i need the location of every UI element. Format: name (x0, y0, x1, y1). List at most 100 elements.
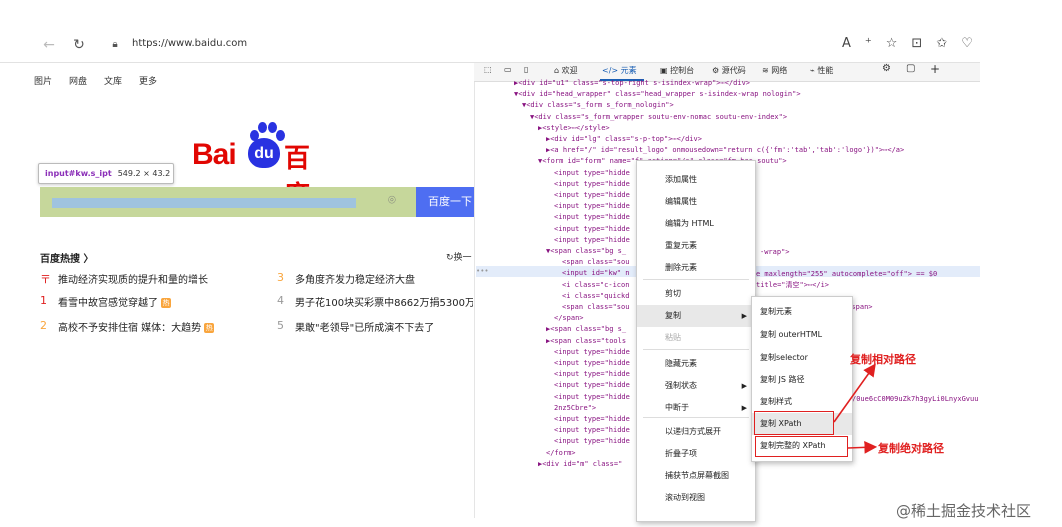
dom-node-line[interactable]: ▼<div class="s_form s_form_nologin"> (522, 100, 674, 111)
search-button[interactable]: 百度一下 (416, 187, 474, 217)
favorite-icon[interactable]: ☆ (886, 36, 912, 51)
dom-node-line[interactable]: <i class="quickd (562, 291, 629, 302)
context-menu-item[interactable]: 强制状态 ▶ (637, 375, 755, 397)
dom-node-line[interactable]: <input type="hidde (554, 190, 630, 201)
context-menu-item[interactable]: 中断于 ▶ (637, 397, 755, 419)
hot-item-rank: 1 (40, 294, 47, 307)
context-menu-item[interactable]: 滚动到视图 (637, 487, 755, 509)
dom-node-line[interactable]: <input type="hidde (554, 201, 630, 212)
hot-badge: 热 (204, 323, 215, 333)
dom-node-line[interactable]: ▼<div class="s_form_wrapper soutu-env-no… (530, 112, 787, 123)
dom-node-line[interactable]: <span class="sou (562, 257, 629, 268)
reload-icon[interactable]: ↻ (70, 36, 88, 54)
copy-submenu-item[interactable]: 复制元素 (752, 301, 852, 323)
context-menu-item[interactable]: 粘贴 (637, 327, 755, 349)
dom-node-line[interactable]: <input type="hidde (554, 179, 630, 190)
dom-node-line[interactable]: <input type="hidde (554, 436, 630, 447)
dom-node-line[interactable]: 2nz5Cbre"> (554, 403, 596, 414)
dom-node-line[interactable]: </span> (554, 313, 584, 324)
dom-node-line[interactable]: <input type="hidde (554, 369, 630, 380)
hot-item[interactable]: 〒 推动经济实现质的提升和量的增长 (40, 271, 270, 286)
dom-node-line[interactable]: <i class="c-icon (562, 280, 629, 291)
submenu-arrow-icon: ▶ (741, 382, 747, 390)
hot-item[interactable]: 1 看雪中故宫感觉穿越了热 (40, 294, 270, 309)
highlight-box-xpath (754, 411, 834, 435)
nav-pan[interactable]: 网盘 (69, 74, 87, 87)
tab-sources[interactable]: ⚙ 源代码 (712, 65, 746, 76)
submenu-arrow-icon: ▶ (741, 312, 747, 320)
sidebar-icon[interactable]: ▯ (524, 65, 528, 74)
context-menu-item[interactable]: 复制 ▶ (637, 305, 755, 327)
dom-node-line[interactable]: <input type="hidde (554, 212, 630, 223)
dom-node-line[interactable]: <input type="hidde (554, 358, 630, 369)
dom-node-line[interactable]: ▶<div id="m" class=" (538, 459, 622, 470)
dom-node-line[interactable]: ▶<span class="tools (546, 336, 626, 347)
dom-node-line[interactable]: ▼<span class="bg s_ (546, 246, 626, 257)
hot-item[interactable]: 2 高校不予安排住宿 媒体：大趋势热 (40, 319, 270, 334)
context-menu-item[interactable]: 编辑属性 (637, 191, 755, 213)
tab-performance[interactable]: ⌁ 性能 (810, 65, 833, 76)
hot-search-title[interactable]: 百度热搜 〉 (40, 250, 93, 265)
context-menu-item-label: 重复元素 (665, 241, 697, 250)
tab-welcome[interactable]: ⌂ 欢迎 (554, 65, 578, 76)
context-menu-item[interactable]: 剪切 (637, 283, 755, 305)
address-bar[interactable]: https://www.baidu.com (132, 38, 247, 49)
dom-node-line[interactable]: <input type="hidde (554, 380, 630, 391)
hot-item[interactable]: 4 男子花100块买彩票中8662万捐5300万 (277, 294, 473, 308)
context-menu-item[interactable]: 添加属性 (637, 169, 755, 191)
tab-network[interactable]: ≋ 网络 (762, 65, 787, 76)
dom-node-line[interactable]: </form> (546, 448, 576, 459)
device-icon[interactable]: ▭ (504, 65, 512, 74)
dom-node-line[interactable]: <input type="hidde (554, 168, 630, 179)
code-fragment: -wrap"> (760, 248, 790, 256)
dom-node-line[interactable]: ▶<span class="bg s_ (546, 324, 626, 335)
split-screen-icon[interactable]: ⊡ (911, 36, 936, 51)
dom-node-line[interactable]: <input type="hidde (554, 235, 630, 246)
dom-node-line[interactable]: <input type="hidde (554, 224, 630, 235)
dom-node-line[interactable]: ▶<div id="u1" class="s-top-right s-isind… (514, 78, 750, 89)
settings-gear-icon[interactable]: ⚙ (882, 63, 891, 74)
nav-images[interactable]: 图片 (34, 74, 52, 87)
dom-node-line[interactable]: ▶<a href="/" id="result_logo" onmousedow… (546, 145, 904, 156)
tab-console[interactable]: ▣ 控制台 (660, 65, 694, 76)
hot-refresh-button[interactable]: ↻换一 (446, 250, 472, 263)
dom-node-line[interactable]: ▼<div id="head_wrapper" class="head_wrap… (514, 89, 801, 100)
context-menu-item[interactable]: 删除元素 (637, 257, 755, 279)
dom-node-line[interactable]: <input type="hidde (554, 347, 630, 358)
heart-icon[interactable]: ♡ (961, 36, 987, 51)
dom-node-line[interactable]: ▶<div id="lg" class="s-p-top">⋯</div> (546, 134, 702, 145)
add-tab-icon[interactable]: + (930, 62, 940, 76)
tab-elements[interactable]: </> 元素 (602, 65, 637, 76)
context-menu-item-label: 编辑为 HTML (665, 219, 714, 228)
dom-node-line[interactable]: <input type="hidde (554, 392, 630, 403)
dom-node-line[interactable]: <input type="hidde (554, 414, 630, 425)
context-menu-item-label: 隐藏元素 (665, 359, 697, 368)
menu-separator (643, 279, 749, 280)
context-menu-item[interactable]: 重复元素 (637, 235, 755, 257)
inspect-icon[interactable]: ⬚ (484, 65, 492, 74)
hot-item-rank: 4 (277, 294, 284, 307)
annotation-relative: 复制相对路径 (850, 353, 916, 366)
read-aloud-icon[interactable]: A⁺ (842, 36, 886, 51)
row-ellipsis-icon[interactable]: ••• (476, 266, 489, 277)
hot-item[interactable]: 3 多角度齐发力稳定经济大盘 (277, 271, 473, 285)
hot-item[interactable]: 5 果敢"老领导"已所成演不下去了 (277, 319, 473, 333)
dom-node-line[interactable]: <input id="kw" n (562, 268, 629, 279)
context-menu-item[interactable]: 折叠子项 (637, 443, 755, 465)
context-menu-item[interactable]: 捕获节点屏幕截图 (637, 465, 755, 487)
copy-submenu-item[interactable]: 复制 outerHTML (752, 324, 852, 346)
favorites-list-icon[interactable]: ✩ (936, 36, 961, 51)
dom-node-line[interactable]: <span class="sou (562, 302, 629, 313)
dock-icon[interactable]: ▢ (906, 63, 915, 74)
nav-wenku[interactable]: 文库 (104, 74, 122, 87)
context-menu-item[interactable]: 隐藏元素 (637, 353, 755, 375)
back-arrow-icon[interactable]: ← (40, 36, 58, 54)
hot-item-rank: 〒 (40, 273, 51, 286)
camera-icon[interactable]: ⌾ (388, 193, 396, 208)
dom-node-line[interactable]: <input type="hidde (554, 425, 630, 436)
dom-node-line[interactable]: ▶<style>⋯</style> (538, 123, 610, 134)
context-menu-item[interactable]: 以递归方式展开 (637, 421, 755, 443)
nav-more[interactable]: 更多 (139, 74, 157, 87)
context-menu-item[interactable]: 编辑为 HTML (637, 213, 755, 235)
browser-toolbar-icons[interactable]: A⁺☆⊡✩♡ (842, 36, 987, 51)
